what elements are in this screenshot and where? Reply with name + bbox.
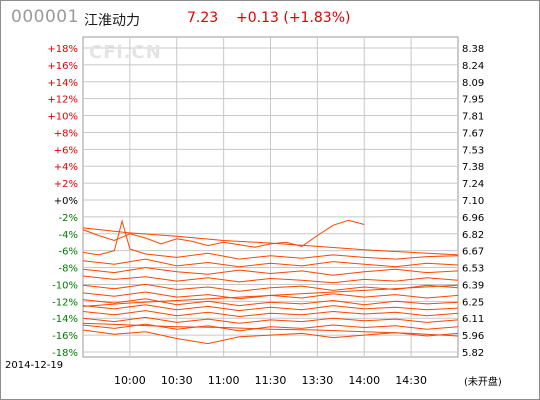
y-right-tick-label: 7.67 bbox=[462, 128, 484, 139]
y-right-tick-label: 6.11 bbox=[462, 314, 484, 325]
y-right-tick-label: 6.82 bbox=[462, 230, 484, 241]
y-right-tick-label: 6.39 bbox=[462, 280, 484, 291]
y-left-tick-label: +6% bbox=[54, 145, 78, 156]
y-left-tick-label: +8% bbox=[54, 128, 78, 139]
y-left-tick-label: +2% bbox=[54, 179, 78, 190]
x-tick-label: 10:00 bbox=[114, 374, 146, 387]
y-right-tick-label: 6.96 bbox=[462, 213, 484, 224]
y-left-tick-label: -18% bbox=[52, 348, 78, 359]
y-left-tick-label: -10% bbox=[52, 280, 78, 291]
y-right-tick-label: 7.10 bbox=[462, 196, 484, 207]
y-right-tick-label: 7.38 bbox=[462, 162, 484, 173]
x-tick-label: 11:00 bbox=[208, 374, 240, 387]
y-left-tick-label: -4% bbox=[59, 230, 78, 241]
y-right-tick-label: 7.81 bbox=[462, 112, 484, 123]
y-right-tick-label: 6.53 bbox=[462, 264, 484, 275]
y-left-tick-label: -16% bbox=[52, 331, 78, 342]
y-left-tick-label: +16% bbox=[47, 61, 78, 72]
x-tick-label: 14:30 bbox=[395, 374, 427, 387]
y-left-tick-label: +10% bbox=[47, 112, 78, 123]
intraday-chart: CFi.CN +18%+16%+14%+12%+10%+8%+6%+4%+2%+… bbox=[5, 36, 502, 388]
x-tick-label: 13:30 bbox=[302, 374, 334, 387]
y-right-tick-label: 8.38 bbox=[462, 44, 484, 55]
y-left-tick-label: -2% bbox=[59, 213, 78, 224]
y-left-tick-label: -8% bbox=[59, 264, 78, 275]
y-right-tick-label: 5.82 bbox=[462, 348, 484, 359]
y-right-tick-label: 6.25 bbox=[462, 297, 484, 308]
y-right-tick-label: 7.24 bbox=[462, 179, 484, 190]
y-left-tick-label: +4% bbox=[54, 162, 78, 173]
watermark-logo: CFi.CN bbox=[89, 42, 162, 63]
trade-date: 2014-12-19 bbox=[5, 360, 63, 371]
y-left-tick-label: +12% bbox=[47, 95, 78, 106]
y-left-tick-label: -14% bbox=[52, 314, 78, 325]
y-left-tick-label: +0% bbox=[54, 196, 78, 207]
right-axis-price: 8.38 8.24 8.09 7.95 7.81 7.67 7.53 7.38 7.24 7.10… bbox=[462, 44, 484, 359]
x-tick-label: 11:30 bbox=[255, 374, 287, 387]
x-tick-label: 10:30 bbox=[161, 374, 193, 387]
y-right-tick-label: 7.53 bbox=[462, 145, 484, 156]
x-tick-label: 14:00 bbox=[348, 374, 380, 387]
chart-frame: 000001 江淮动力 7.23 +0.13 (+1.83%) CFi.CN +… bbox=[0, 0, 540, 400]
y-left-tick-label: +14% bbox=[47, 78, 78, 89]
market-status: (未开盘) bbox=[464, 375, 502, 388]
y-right-tick-label: 6.67 bbox=[462, 247, 484, 258]
y-right-tick-label: 5.96 bbox=[462, 331, 484, 342]
left-axis-percent: +18% +16% +14% +12% +10% +8% +6% +4% +2% +0% -2% -4… bbox=[47, 44, 78, 359]
y-right-tick-label: 8.09 bbox=[462, 78, 484, 89]
time-axis: 10:00 10:30 11:00 11:30 13:30 14:00 14:30 bbox=[114, 374, 427, 387]
y-left-tick-label: -6% bbox=[59, 247, 78, 258]
y-right-tick-label: 8.24 bbox=[462, 61, 484, 72]
y-left-tick-label: -12% bbox=[52, 297, 78, 308]
y-right-tick-label: 7.95 bbox=[462, 95, 484, 106]
y-left-tick-label: +18% bbox=[47, 44, 78, 55]
